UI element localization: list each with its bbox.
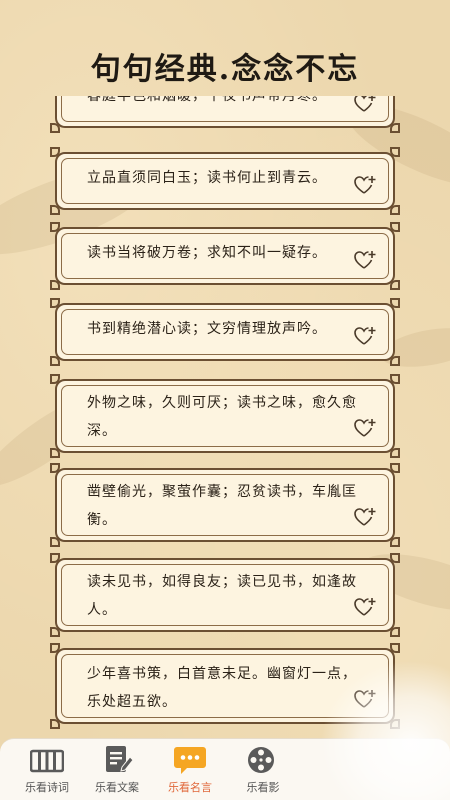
card-corner	[390, 222, 400, 232]
card-corner	[390, 374, 400, 384]
quote-card[interactable]: 书到精绝潜心读；文穷情理放声吟。	[50, 298, 400, 366]
quote-card[interactable]: 立品直须同白玉；读书何止到青云。	[50, 147, 400, 215]
card-corner	[50, 205, 60, 215]
card-corner	[50, 537, 60, 547]
tab-copywriting[interactable]: 乐看文案	[82, 745, 152, 799]
card-corner	[390, 123, 400, 133]
heart-plus-icon[interactable]	[353, 596, 377, 618]
card-corner	[390, 553, 400, 563]
card-corner	[50, 222, 60, 232]
heart-plus-icon[interactable]	[353, 174, 377, 196]
tab-label: 乐看文案	[95, 781, 139, 794]
quote-card[interactable]: 少年喜书策，白首意未足。幽窗灯一点，乐处超五欲。	[50, 643, 400, 729]
quote-card[interactable]: 凿壁偷光，聚萤作囊；忍贫读书，车胤匡衡。	[50, 463, 400, 547]
card-corner	[390, 448, 400, 458]
quote-card[interactable]: 春庭半色和烟暖，午夜书声带月寒。	[50, 96, 400, 133]
quote-text: 读书当将破万卷；求知不叫一疑存。	[87, 245, 327, 261]
card-corner	[390, 719, 400, 729]
quote-text: 少年喜书策，白首意未足。幽窗灯一点，乐处超五欲。	[87, 666, 357, 710]
heart-plus-icon[interactable]	[353, 249, 377, 271]
quote-text: 读未见书，如得良友；读已见书，如逢故人。	[87, 574, 357, 618]
tab-label: 乐看影	[246, 781, 280, 794]
card-corner	[50, 553, 60, 563]
card-corner	[390, 643, 400, 653]
quote-text: 春庭半色和烟暖，午夜书声带月寒。	[87, 96, 327, 104]
card-corner	[50, 123, 60, 133]
card-corner	[50, 463, 60, 473]
quote-text: 外物之味，久则可厌；读书之味，愈久愈深。	[87, 395, 357, 439]
card-corner	[390, 463, 400, 473]
tab-film[interactable]: 乐看影	[228, 745, 298, 799]
tab-label: 乐看名言	[168, 781, 212, 794]
bottom-tab-bar: 乐看诗词 乐看文案 乐看名言 乐看影	[0, 738, 450, 800]
chat-bubble-icon	[174, 747, 206, 774]
card-corner	[390, 356, 400, 366]
card-corner	[50, 643, 60, 653]
book-icon	[30, 749, 64, 773]
quote-text: 书到精绝潜心读；文穷情理放声吟。	[87, 321, 327, 337]
card-corner	[390, 537, 400, 547]
heart-plus-icon[interactable]	[353, 688, 377, 710]
card-corner	[50, 448, 60, 458]
notepad-icon	[106, 746, 134, 772]
page-title: 句句经典.念念不忘	[90, 52, 360, 87]
card-corner	[50, 147, 60, 157]
card-corner	[50, 280, 60, 290]
heart-plus-icon[interactable]	[353, 325, 377, 347]
tab-poetry[interactable]: 乐看诗词	[12, 745, 82, 799]
quote-card[interactable]: 读未见书，如得良友；读已见书，如逢故人。	[50, 553, 400, 637]
heart-plus-icon[interactable]	[353, 506, 377, 528]
heart-plus-icon[interactable]	[353, 96, 377, 114]
card-corner	[50, 374, 60, 384]
quote-list[interactable]: 春庭半色和烟暖，午夜书声带月寒。 立品直须同白玉；读书何止到青云。 读书当将破万…	[0, 96, 450, 738]
film-reel-icon	[248, 747, 274, 773]
heart-plus-icon[interactable]	[353, 417, 377, 439]
card-corner	[390, 298, 400, 308]
tab-label: 乐看诗词	[25, 781, 69, 794]
card-corner	[390, 205, 400, 215]
quote-text: 立品直须同白玉；读书何止到青云。	[87, 170, 327, 186]
quote-card[interactable]: 外物之味，久则可厌；读书之味，愈久愈深。	[50, 374, 400, 458]
card-corner	[50, 719, 60, 729]
card-corner	[390, 627, 400, 637]
quote-card[interactable]: 读书当将破万卷；求知不叫一疑存。	[50, 222, 400, 290]
quote-text: 凿壁偷光，聚萤作囊；忍贫读书，车胤匡衡。	[87, 484, 357, 528]
card-corner	[50, 627, 60, 637]
card-corner	[390, 147, 400, 157]
card-corner	[50, 298, 60, 308]
card-corner	[390, 280, 400, 290]
card-corner	[50, 356, 60, 366]
tab-quotes[interactable]: 乐看名言	[155, 745, 225, 799]
